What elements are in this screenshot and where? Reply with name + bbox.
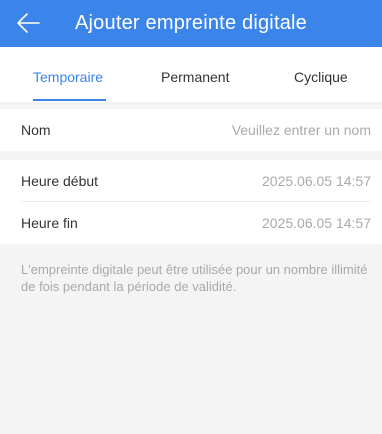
validity-note: L'empreinte digitale peut être utilisée … — [21, 262, 368, 294]
start-time-value[interactable]: 2025.06.05 14:57 — [262, 172, 371, 190]
tab-bar: Temporaire Permanent Cyclique — [0, 47, 382, 102]
name-label: Nom — [21, 122, 51, 138]
name-row: Nom — [0, 109, 382, 151]
end-time-row[interactable]: Heure fin 2025.06.05 14:57 — [0, 202, 382, 244]
start-time-row[interactable]: Heure début 2025.06.05 14:57 — [0, 160, 382, 202]
active-tab-indicator — [33, 99, 106, 101]
app-header: Ajouter empreinte digitale — [0, 0, 382, 47]
tab-cyclique[interactable]: Cyclique — [294, 68, 348, 86]
page-title: Ajouter empreinte digitale — [75, 12, 307, 34]
start-time-label: Heure début — [21, 173, 99, 189]
end-time-value[interactable]: 2025.06.05 14:57 — [262, 214, 371, 232]
end-time-label: Heure fin — [21, 215, 78, 231]
tab-permanent[interactable]: Permanent — [161, 68, 229, 86]
tab-temporaire[interactable]: Temporaire — [33, 68, 103, 86]
name-input[interactable] — [151, 117, 371, 143]
